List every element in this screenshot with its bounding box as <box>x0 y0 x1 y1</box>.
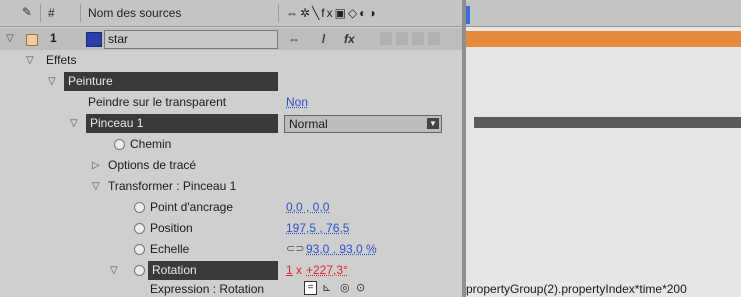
quality-switch-icon[interactable]: / <box>322 32 325 46</box>
constrain-proportions-icon[interactable]: ⊂⊃ <box>286 242 304 255</box>
column-header: ✎ # Nom des sources ⇔✲╲fx▣◇◐◑ <box>0 0 462 27</box>
timeline-panel: ✎ # Nom des sources ⇔✲╲fx▣◇◐◑ ▽ 1 star ⇔… <box>0 0 741 297</box>
paint-on-transparent-row[interactable]: Peindre sur le transparent Non <box>0 92 462 113</box>
expand-triangle-icon[interactable]: ▽ <box>92 181 100 192</box>
effects-label: Effets <box>46 53 77 67</box>
layer-name: star <box>108 32 129 46</box>
solid-layer-icon <box>86 32 102 47</box>
blend-mode-value: Normal <box>289 117 328 131</box>
rotation-label: Rotation <box>152 263 197 277</box>
stopwatch-icon[interactable] <box>114 139 125 150</box>
label-color-swatch[interactable] <box>26 34 38 46</box>
rotation-row[interactable]: ▽ Rotation 1 x +227,3° <box>0 260 462 281</box>
brush-stroke-label: Pinceau 1 <box>90 116 144 130</box>
paint-effect-label-box[interactable]: Peinture <box>64 72 278 91</box>
time-ruler[interactable] <box>466 0 741 27</box>
path-row[interactable]: Chemin <box>0 134 462 155</box>
timeline-track-pane: propertyGroup(2).propertyIndex*time*200 <box>466 0 741 297</box>
expression-enable-icon[interactable]: = <box>304 281 317 295</box>
pen-icon[interactable]: ✎ <box>22 5 32 19</box>
stopwatch-icon[interactable] <box>134 223 145 234</box>
scale-row[interactable]: Echelle ⊂⊃ 93,0 , 93,0 % <box>0 239 462 260</box>
layer-duration-bar[interactable] <box>466 31 741 47</box>
effects-switch-icon[interactable]: fx <box>344 32 355 46</box>
expand-triangle-icon[interactable]: ▽ <box>26 55 34 66</box>
collapsed-triangle-icon[interactable]: ▷ <box>92 160 100 171</box>
anchor-point-value[interactable]: 0,0 , 0,0 <box>286 200 329 214</box>
stopwatch-icon[interactable] <box>134 202 145 213</box>
brush-stroke-row[interactable]: ▽ Pinceau 1 Normal ▼ <box>0 113 462 134</box>
rotation-multiplier: x <box>296 263 302 277</box>
expression-field[interactable]: propertyGroup(2).propertyIndex*time*200 <box>466 280 741 297</box>
expression-row[interactable]: Expression : Rotation = ⊾ ◎ ⊙ <box>0 280 462 297</box>
transform-label: Transformer : Pinceau 1 <box>108 179 237 193</box>
rotation-label-box[interactable]: Rotation <box>148 261 278 280</box>
layer-name-field[interactable]: star <box>104 30 278 49</box>
current-time-indicator[interactable] <box>466 6 470 24</box>
layer-number: 1 <box>50 31 57 45</box>
paint-on-transparent-value[interactable]: Non <box>286 95 308 109</box>
number-column-header: # <box>48 6 55 20</box>
dropdown-arrow-icon[interactable]: ▼ <box>427 118 439 129</box>
scale-value[interactable]: 93,0 , 93,0 % <box>306 242 377 256</box>
paint-effect-row[interactable]: ▽ Peinture <box>0 71 462 92</box>
stroke-options-label: Options de tracé <box>108 158 197 172</box>
expression-menu-icon[interactable]: ⊙ <box>356 281 365 294</box>
blend-mode-dropdown[interactable]: Normal ▼ <box>284 115 442 133</box>
paint-effect-label: Peinture <box>68 74 113 88</box>
expand-triangle-icon[interactable]: ▽ <box>48 76 56 87</box>
expand-triangle-icon[interactable]: ▽ <box>110 265 118 276</box>
position-value[interactable]: 197,5 , 76,5 <box>286 221 349 235</box>
brush-stroke-label-box[interactable]: Pinceau 1 <box>86 114 278 133</box>
effects-group-row[interactable]: ▽ Effets <box>0 50 462 71</box>
position-row[interactable]: Position 197,5 , 76,5 <box>0 218 462 239</box>
anchor-point-label: Point d'ancrage <box>150 200 234 214</box>
expand-triangle-icon[interactable]: ▽ <box>70 118 78 129</box>
stopwatch-icon[interactable] <box>134 244 145 255</box>
expression-code[interactable]: propertyGroup(2).propertyIndex*time*200 <box>466 282 687 296</box>
layer-row[interactable]: ▽ 1 star ⇔ / fx <box>0 28 462 50</box>
stopwatch-icon[interactable] <box>134 265 145 276</box>
expand-triangle-icon[interactable]: ▽ <box>6 33 14 44</box>
expression-label: Expression : Rotation <box>150 282 265 296</box>
path-label: Chemin <box>130 137 172 151</box>
transform-group-row[interactable]: ▽ Transformer : Pinceau 1 <box>0 176 462 197</box>
rotation-degrees-value[interactable]: +227,3° <box>306 263 348 277</box>
switch-icons-header[interactable]: ⇔✲╲fx▣◇◐◑ <box>286 6 378 20</box>
layer-outline-pane: ✎ # Nom des sources ⇔✲╲fx▣◇◐◑ ▽ 1 star ⇔… <box>0 0 462 297</box>
paint-duration-bar[interactable] <box>474 117 741 128</box>
scale-label: Echelle <box>150 242 190 256</box>
stroke-options-row[interactable]: ▷ Options de tracé <box>0 155 462 176</box>
pick-whip-icon[interactable]: ◎ <box>340 281 350 294</box>
shy-switch-icon[interactable]: ⇔ <box>288 32 300 46</box>
anchor-point-row[interactable]: Point d'ancrage 0,0 , 0,0 <box>0 197 462 218</box>
source-name-column-header[interactable]: Nom des sources <box>88 6 181 20</box>
paint-on-transparent-label: Peindre sur le transparent <box>88 95 227 109</box>
position-label: Position <box>150 221 193 235</box>
rotation-turns-value[interactable]: 1 <box>286 263 293 277</box>
graph-icon[interactable]: ⊾ <box>322 281 331 294</box>
